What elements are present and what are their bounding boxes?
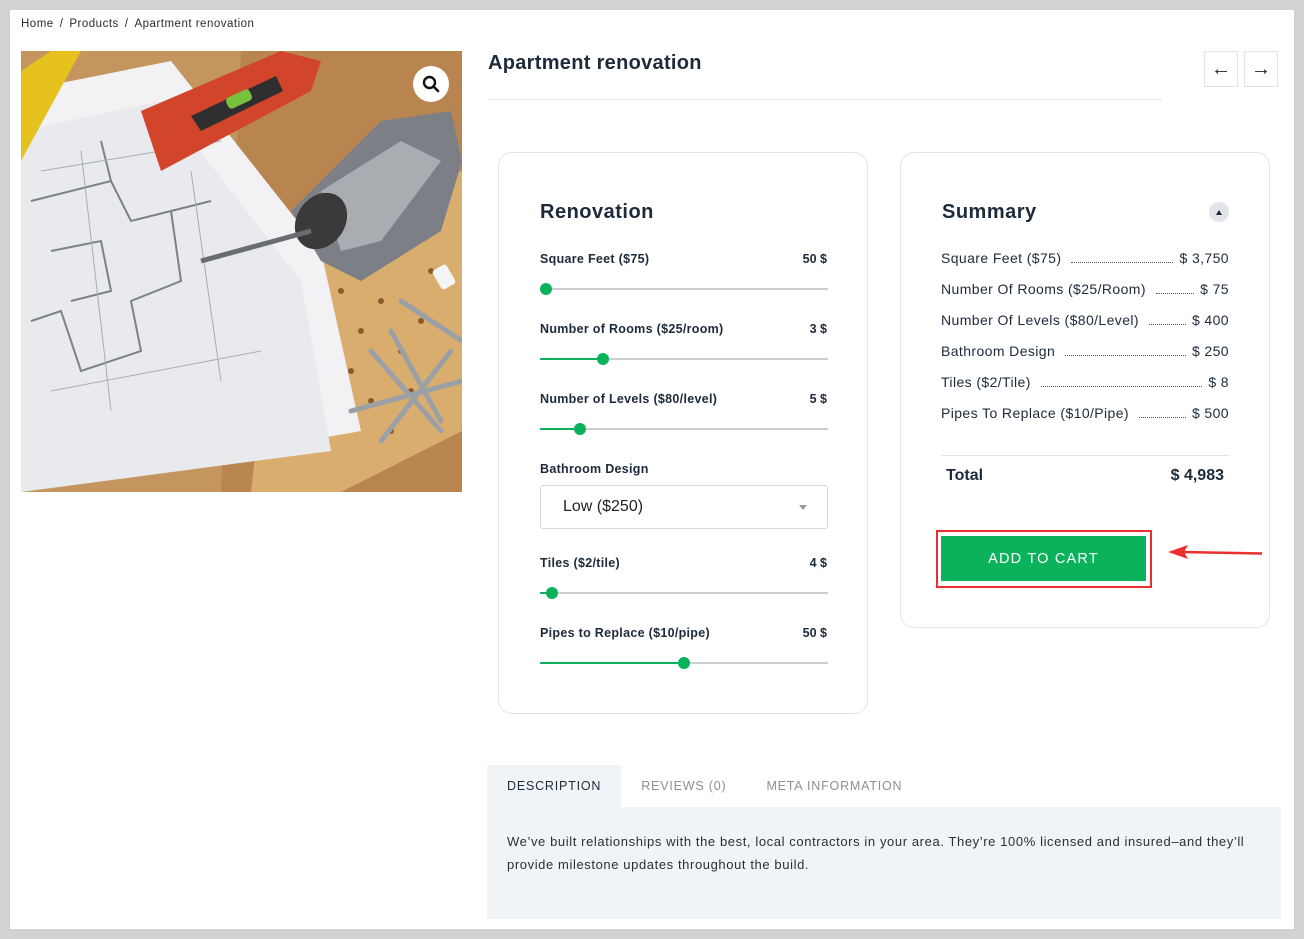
product-title: Apartment renovation (488, 52, 702, 74)
dotted-leader (1155, 293, 1195, 294)
tab-reviews[interactable]: REVIEWS (0) (621, 765, 746, 807)
calculator-title: Renovation (540, 201, 654, 223)
summary-row-label: Number Of Levels ($80/Level) (941, 312, 1139, 328)
summary-row-label: Number Of Rooms ($25/Room) (941, 281, 1146, 297)
arrow-left-icon: ← (1211, 57, 1231, 80)
slider-track (540, 592, 828, 594)
search-icon (422, 75, 440, 93)
tab-meta-information[interactable]: META INFORMATION (746, 765, 922, 807)
renovation-calculator: Renovation Square Feet ($75) 50 $ Number… (498, 152, 868, 714)
tab-description[interactable]: DESCRIPTION (487, 765, 622, 807)
pipes-label: Pipes to Replace ($10/pipe) (540, 626, 710, 640)
rooms-slider[interactable] (540, 353, 828, 365)
summary-row-value: $ 500 (1191, 405, 1229, 421)
summary-row: Bathroom Design $ 250 (941, 343, 1229, 363)
square-feet-label: Square Feet ($75) (540, 252, 650, 266)
rooms-label: Number of Rooms ($25/room) (540, 322, 724, 336)
summary-row-value: $ 400 (1191, 312, 1229, 328)
dotted-leader (1065, 355, 1186, 356)
slider-thumb[interactable] (545, 587, 558, 599)
tiles-value: 4 $ (809, 556, 827, 570)
summary-row-value: $ 8 (1208, 374, 1229, 390)
breadcrumb-current: Apartment renovation (134, 18, 255, 30)
levels-value: 5 $ (809, 392, 827, 406)
bathroom-design-label: Bathroom Design (540, 462, 649, 476)
breadcrumb-separator: / (124, 18, 129, 30)
dotted-leader (1138, 417, 1186, 418)
summary-title: Summary (942, 201, 1037, 223)
previous-product-button[interactable]: ← (1204, 51, 1238, 87)
dotted-leader (1148, 324, 1186, 325)
summary-row: Square Feet ($75) $ 3,750 (941, 250, 1229, 270)
summary-row-value: $ 3,750 (1179, 250, 1229, 266)
breadcrumb-separator: / (59, 18, 64, 30)
levels-label: Number of Levels ($80/level) (540, 392, 718, 406)
annotation-arrow-icon (1168, 545, 1263, 559)
levels-slider[interactable] (540, 423, 828, 435)
slider-fill (540, 358, 604, 360)
caret-down-icon (799, 505, 807, 510)
slider-fill (540, 662, 684, 664)
arrow-right-icon: → (1251, 57, 1271, 80)
next-product-button[interactable]: → (1244, 51, 1278, 87)
breadcrumb-home[interactable]: Home (21, 18, 54, 30)
tiles-label: Tiles ($2/tile) (540, 556, 620, 570)
summary-row-label: Tiles ($2/Tile) (941, 374, 1031, 390)
slider-track (540, 288, 828, 290)
summary-row: Tiles ($2/Tile) $ 8 (941, 374, 1229, 394)
summary-row: Number Of Levels ($80/Level) $ 400 (941, 312, 1229, 332)
square-feet-slider[interactable] (539, 283, 828, 295)
dotted-leader (1040, 386, 1203, 387)
summary-row: Pipes To Replace ($10/Pipe) $ 500 (941, 405, 1229, 425)
summary-row-value: $ 250 (1191, 343, 1229, 359)
bathroom-design-select[interactable]: Low ($250) (540, 485, 828, 529)
title-divider (488, 99, 1162, 100)
description-panel: We’ve built relationships with the best,… (487, 807, 1281, 919)
summary-row-label: Square Feet ($75) (941, 250, 1062, 266)
add-to-cart-button[interactable]: ADD TO CART (941, 536, 1146, 581)
breadcrumb: Home / Products / Apartment renovation (21, 18, 254, 30)
slider-thumb[interactable] (678, 657, 690, 669)
tiles-slider[interactable] (540, 587, 828, 599)
square-feet-value: 50 $ (802, 252, 827, 266)
slider-thumb[interactable] (539, 283, 552, 295)
caret-up-icon (1216, 209, 1222, 215)
total-value: $ 4,983 (1170, 467, 1224, 484)
summary-row-value: $ 75 (1200, 281, 1229, 297)
zoom-button[interactable] (413, 66, 449, 102)
summary-divider (941, 455, 1229, 456)
total-label: Total (946, 467, 984, 484)
collapse-summary-button[interactable] (1209, 202, 1229, 222)
page: Home / Products / Apartment renovation A… (10, 10, 1294, 929)
dotted-leader (1071, 262, 1174, 263)
summary-row-label: Pipes To Replace ($10/Pipe) (941, 405, 1129, 421)
pipes-value: 50 $ (802, 626, 827, 640)
description-text: We’ve built relationships with the best,… (507, 834, 1245, 872)
product-image[interactable] (21, 51, 462, 492)
slider-thumb[interactable] (574, 423, 587, 435)
summary-row-label: Bathroom Design (941, 343, 1056, 359)
product-tabs: DESCRIPTION REVIEWS (0) META INFORMATION (487, 765, 922, 807)
slider-thumb[interactable] (597, 353, 610, 365)
pipes-slider[interactable] (540, 657, 828, 669)
summary-row: Number Of Rooms ($25/Room) $ 75 (941, 281, 1229, 301)
rooms-value: 3 $ (809, 322, 827, 336)
bathroom-design-selected: Low ($250) (563, 498, 644, 515)
breadcrumb-products[interactable]: Products (69, 18, 118, 30)
product-photo (21, 51, 462, 492)
